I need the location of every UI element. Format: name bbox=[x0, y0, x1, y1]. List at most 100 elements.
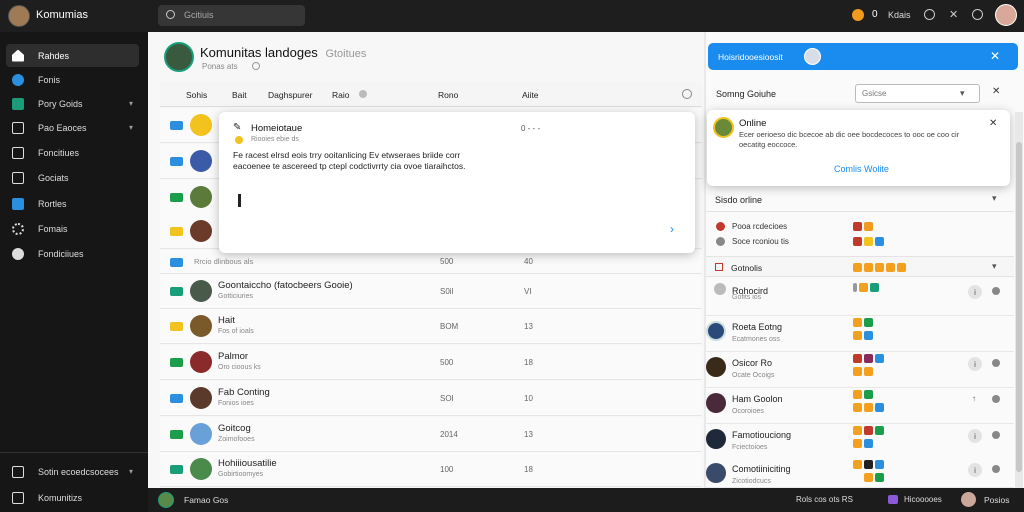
table-row[interactable]: Rrcio dlinbous als 500 40 bbox=[160, 250, 702, 274]
chat-icon[interactable] bbox=[888, 495, 898, 504]
sidebar-item-1[interactable]: Fonis bbox=[6, 68, 139, 91]
post-popup[interactable]: ✎ Homeiotaue Riooies ebie ds 0 - - - Fe … bbox=[219, 112, 695, 253]
refresh-icon[interactable] bbox=[682, 89, 692, 99]
sidebar-item-home[interactable]: Rahdes bbox=[6, 44, 139, 67]
chevron-down-icon[interactable]: ▾ bbox=[129, 467, 133, 476]
banner[interactable]: Hoisridooesioosit ✕ bbox=[708, 43, 1018, 70]
mini-list-item[interactable]: Pooa rcdecioes bbox=[716, 221, 906, 234]
chevron-down-icon[interactable]: ▾ bbox=[992, 193, 997, 204]
close-icon[interactable]: ✕ bbox=[990, 49, 1000, 63]
sidebar-item-6[interactable]: Rortles bbox=[6, 192, 139, 215]
scrollbar-thumb[interactable] bbox=[1016, 142, 1022, 472]
mini-label: Pooa rcdecioes bbox=[732, 222, 788, 231]
star-icon bbox=[235, 136, 243, 144]
column-header[interactable]: Aiite bbox=[522, 90, 539, 100]
close-icon[interactable]: ✕ bbox=[989, 118, 997, 129]
person-sub: Ocoroioes bbox=[732, 408, 764, 415]
inbox-icon bbox=[12, 465, 24, 478]
sidebar-item-2[interactable]: Pory Goids ▾ bbox=[6, 92, 139, 115]
person-row[interactable]: Famotiouciong Fciectoioes i bbox=[706, 424, 1014, 460]
chevron-down-icon[interactable]: ▾ bbox=[992, 261, 997, 272]
person-row[interactable]: Comotiiniciting Zicotiodcucs i bbox=[706, 458, 1014, 488]
emoji-icon bbox=[853, 439, 875, 451]
sidebar-item-7[interactable]: Fomais bbox=[6, 217, 139, 240]
table-row[interactable]: Fab Conting Fonios ioes SOI 10 bbox=[160, 381, 702, 416]
filter-select[interactable]: Gsicse ▾ bbox=[855, 84, 980, 103]
post-time: 0 - - - bbox=[521, 124, 541, 133]
table-row[interactable]: Goitcog Zoimofooes 2014 13 bbox=[160, 417, 702, 452]
chevron-down-icon[interactable]: ▾ bbox=[129, 123, 133, 132]
row-value: 500 bbox=[440, 257, 454, 266]
sidebar-item-3[interactable]: Pao Eaoces ▾ bbox=[6, 116, 139, 139]
more-button[interactable]: i bbox=[968, 285, 982, 299]
column-header[interactable]: Daghspurer bbox=[268, 90, 312, 100]
chevron-down-icon[interactable]: ▾ bbox=[129, 99, 133, 108]
table-row[interactable]: Goontaiccho (fatocbeers Gooie) Gotticiur… bbox=[160, 274, 702, 309]
gear-icon[interactable] bbox=[992, 431, 1000, 439]
sidebar-item-5[interactable]: Gociats bbox=[6, 166, 139, 189]
avatar bbox=[706, 463, 726, 483]
search-icon bbox=[166, 10, 175, 19]
column-header[interactable]: Sohis bbox=[186, 90, 207, 100]
tag-icon bbox=[170, 258, 183, 267]
app-avatar[interactable] bbox=[8, 5, 30, 27]
table-row[interactable]: Hait Fos of ioals BOM 13 bbox=[160, 309, 702, 344]
gear-icon[interactable] bbox=[992, 359, 1000, 367]
more-button[interactable]: i bbox=[968, 357, 982, 371]
sidebar-footer-item-2[interactable]: Komunitizs bbox=[6, 486, 139, 509]
bottom-avatar[interactable] bbox=[158, 492, 174, 508]
sort-icon[interactable] bbox=[359, 90, 367, 98]
column-header[interactable]: Rono bbox=[438, 90, 458, 100]
close-icon[interactable]: ✕ bbox=[992, 86, 1000, 97]
column-header[interactable]: Raio bbox=[332, 90, 349, 100]
row-value: SOI bbox=[440, 393, 454, 403]
gear-icon[interactable] bbox=[992, 287, 1000, 295]
more-text[interactable]: ↑ bbox=[972, 394, 976, 403]
row-value: 10 bbox=[524, 393, 533, 403]
info-icon[interactable] bbox=[252, 62, 260, 70]
person-row[interactable]: Osicor Ro Ocate Ocoigs i bbox=[706, 352, 1014, 388]
online-action[interactable]: Comlis Wolite bbox=[834, 164, 889, 174]
sidebar-item-8[interactable]: Fondiciiues bbox=[6, 242, 139, 265]
status-label[interactable]: Kdais bbox=[888, 10, 911, 20]
notification-icon[interactable] bbox=[852, 9, 864, 21]
person-row[interactable]: Roeta Eotng Ecatmones oss bbox=[706, 316, 1014, 352]
person-row[interactable]: Ham Goolon Ocoroioes ↑ bbox=[706, 388, 1014, 424]
user-avatar[interactable] bbox=[995, 4, 1017, 26]
mini-label: Soce rconiou tis bbox=[732, 237, 789, 246]
row-value: VI bbox=[524, 286, 532, 296]
sidebar-item-4[interactable]: Foncitiues bbox=[6, 141, 139, 164]
avatar bbox=[190, 351, 212, 373]
gear-icon[interactable] bbox=[992, 395, 1000, 403]
search-input[interactable]: Gcitiuis bbox=[158, 5, 305, 26]
scrollbar[interactable] bbox=[1015, 112, 1023, 488]
row-value: S0il bbox=[440, 286, 454, 296]
help-icon[interactable] bbox=[972, 9, 983, 20]
emoji-icon bbox=[853, 283, 881, 295]
emoji-icon bbox=[853, 390, 875, 402]
gear-icon[interactable] bbox=[992, 465, 1000, 473]
sidebar-footer-item-1[interactable]: Sotin ecoedcsocees ▾ bbox=[6, 460, 139, 483]
globe-icon bbox=[12, 73, 24, 86]
tools-icon[interactable]: ✕ bbox=[949, 8, 958, 21]
more-button[interactable]: i bbox=[968, 429, 982, 443]
bottom-user-avatar[interactable] bbox=[961, 492, 976, 507]
page-avatar[interactable] bbox=[164, 42, 194, 72]
person-name: Famotiouciong bbox=[732, 430, 792, 440]
chevron-right-icon[interactable]: › bbox=[670, 222, 674, 236]
mini-list-item[interactable]: Soce rconiou tis bbox=[716, 236, 906, 249]
edit-icon: ✎ bbox=[233, 122, 242, 133]
clock-icon[interactable] bbox=[924, 9, 935, 20]
column-header[interactable]: Bait bbox=[232, 90, 247, 100]
share-icon bbox=[12, 197, 24, 210]
row-title: Fab Conting bbox=[218, 387, 270, 398]
tag-icon bbox=[170, 120, 183, 130]
person-row[interactable]: Rohocird Gofits ios i bbox=[706, 280, 1014, 316]
attachment-icon[interactable] bbox=[238, 194, 241, 207]
table-row[interactable]: Hohiiiousatilie Gobirtioomyes 100 18 bbox=[160, 452, 702, 487]
online-popup[interactable]: Online Ecer oerioeso dic bcecoe ab dic o… bbox=[707, 110, 1010, 186]
more-button[interactable]: i bbox=[968, 463, 982, 477]
row-value: 13 bbox=[524, 429, 533, 439]
table-row[interactable]: Palmor Oro cioous ks 500 18 bbox=[160, 345, 702, 380]
emoji-icon bbox=[853, 403, 886, 415]
